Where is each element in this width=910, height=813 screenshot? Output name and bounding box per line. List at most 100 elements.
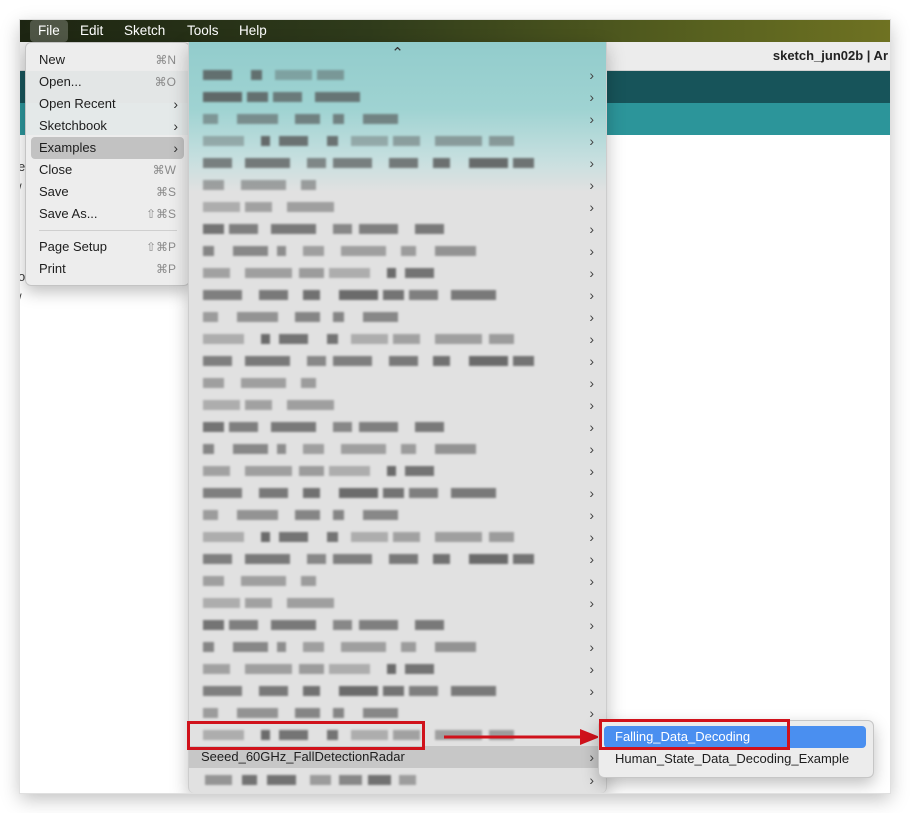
- chevron-right-icon: ›: [589, 221, 594, 237]
- chevron-up-icon[interactable]: ⌃: [189, 42, 606, 64]
- menu-item-obscured[interactable]: ›: [189, 328, 606, 350]
- menu-item-save-as[interactable]: Save As... ⇧⌘S: [31, 203, 184, 225]
- obscured-text: [203, 422, 224, 432]
- obscured-text: [261, 532, 270, 542]
- menu-item-page-setup[interactable]: Page Setup ⇧⌘P: [31, 236, 184, 258]
- menu-item-obscured[interactable]: ›: [189, 548, 606, 570]
- menu-item-obscured[interactable]: ›: [189, 658, 606, 680]
- menu-item-obscured[interactable]: ›: [189, 570, 606, 592]
- menu-item-obscured[interactable]: ›: [189, 86, 606, 108]
- obscured-text: [303, 686, 320, 696]
- obscured-text: [341, 444, 386, 454]
- arrow-right-icon: [444, 729, 600, 745]
- obscured-text: [245, 554, 290, 564]
- menu-item-new[interactable]: New ⌘N: [31, 49, 184, 71]
- file-menu: New ⌘N Open... ⌘O Open Recent › Sketchbo…: [25, 42, 190, 286]
- obscured-text: [233, 444, 268, 454]
- obscured-text: [401, 246, 416, 256]
- menu-item-obscured[interactable]: ›: [189, 636, 606, 658]
- menu-item-close[interactable]: Close ⌘W: [31, 159, 184, 181]
- obscured-text: [363, 708, 398, 718]
- menu-help[interactable]: Help: [231, 20, 275, 42]
- obscured-text: [203, 356, 232, 366]
- obscured-text: [203, 136, 244, 146]
- menu-sketch[interactable]: Sketch: [116, 20, 173, 42]
- menu-tools[interactable]: Tools: [179, 20, 227, 42]
- obscured-text: [451, 290, 496, 300]
- obscured-text: [329, 664, 370, 674]
- chevron-right-icon: ›: [173, 96, 178, 112]
- menu-item-obscured[interactable]: ›: [189, 526, 606, 548]
- obscured-text: [307, 158, 326, 168]
- obscured-text: [203, 268, 230, 278]
- menu-item-obscured[interactable]: ›: [189, 680, 606, 702]
- menu-item-obscured[interactable]: ›: [189, 218, 606, 240]
- obscured-text: [203, 202, 240, 212]
- menu-item-save[interactable]: Save ⌘S: [31, 181, 184, 203]
- obscured-text: [259, 290, 288, 300]
- menu-edit[interactable]: Edit: [72, 20, 111, 42]
- menu-item-sketchbook[interactable]: Sketchbook ›: [31, 115, 184, 137]
- menu-item-obscured[interactable]: ›: [189, 394, 606, 416]
- menu-item-label: Sketchbook: [39, 118, 107, 133]
- obscured-text: [310, 775, 331, 785]
- menu-item-obscured[interactable]: ›: [189, 240, 606, 262]
- obscured-text: [451, 686, 496, 696]
- editor-text-fragment: /: [20, 181, 22, 196]
- obscured-text: [393, 334, 420, 344]
- menu-file[interactable]: File: [30, 20, 68, 42]
- obscured-text: [433, 158, 450, 168]
- obscured-text: [203, 114, 218, 124]
- menu-item-obscured[interactable]: ›: [189, 174, 606, 196]
- menu-item-obscured[interactable]: ›: [189, 130, 606, 152]
- menu-item-open-recent[interactable]: Open Recent ›: [31, 93, 184, 115]
- menu-item-label: Save As...: [39, 206, 98, 221]
- obscured-text: [351, 334, 388, 344]
- obscured-text: [245, 598, 272, 608]
- obscured-text: [245, 664, 292, 674]
- chevron-right-icon: ›: [589, 507, 594, 523]
- chevron-right-icon: ›: [589, 89, 594, 105]
- menu-item-obscured[interactable]: ›: [189, 64, 606, 86]
- menu-item-obscured[interactable]: ›: [189, 592, 606, 614]
- menu-item-open[interactable]: Open... ⌘O: [31, 71, 184, 93]
- obscured-text: [295, 510, 320, 520]
- menu-item-obscured[interactable]: ›: [189, 262, 606, 284]
- menu-item-obscured[interactable]: ›: [189, 482, 606, 504]
- menu-item-obscured[interactable]: ›: [189, 152, 606, 174]
- obscured-text: [409, 488, 438, 498]
- obscured-text: [333, 158, 372, 168]
- menu-item-obscured[interactable]: ›: [189, 350, 606, 372]
- menu-item-obscured[interactable]: ›: [189, 791, 606, 793]
- menu-item-label: Close: [39, 162, 73, 177]
- obscured-text: [389, 356, 418, 366]
- menu-item-obscured[interactable]: ›: [189, 614, 606, 636]
- menu-item-obscured[interactable]: ›: [189, 372, 606, 394]
- menu-item-obscured[interactable]: ›: [189, 196, 606, 218]
- obscured-text: [287, 400, 334, 410]
- chevron-right-icon: ›: [589, 463, 594, 479]
- shortcut-label: ⌘P: [155, 262, 176, 276]
- obscured-text: [203, 510, 218, 520]
- menu-item-examples[interactable]: Examples ›: [31, 137, 184, 159]
- menu-item-obscured[interactable]: ›: [189, 306, 606, 328]
- obscured-text: [333, 422, 352, 432]
- obscured-text: [301, 180, 316, 190]
- menu-item-print[interactable]: Print ⌘P: [31, 258, 184, 280]
- obscured-text: [489, 136, 514, 146]
- menu-item-obscured[interactable]: ›: [189, 108, 606, 130]
- chevron-right-icon: ›: [589, 111, 594, 127]
- menu-item-obscured[interactable]: ›: [189, 438, 606, 460]
- menu-item-obscured[interactable]: ›: [189, 504, 606, 526]
- obscured-text: [203, 312, 218, 322]
- obscured-text: [405, 268, 434, 278]
- menu-item-obscured[interactable]: ›: [189, 416, 606, 438]
- obscured-text: [203, 488, 242, 498]
- chevron-right-icon: ›: [589, 309, 594, 325]
- menu-item-obscured[interactable]: ›: [189, 769, 606, 791]
- menu-item-human-state-data-decoding-example[interactable]: Human_State_Data_Decoding_Example: [604, 748, 866, 770]
- menu-item-label: Human_State_Data_Decoding_Example: [615, 751, 850, 766]
- menu-item-obscured[interactable]: ›: [189, 460, 606, 482]
- obscured-text: [363, 510, 398, 520]
- menu-item-obscured[interactable]: ›: [189, 284, 606, 306]
